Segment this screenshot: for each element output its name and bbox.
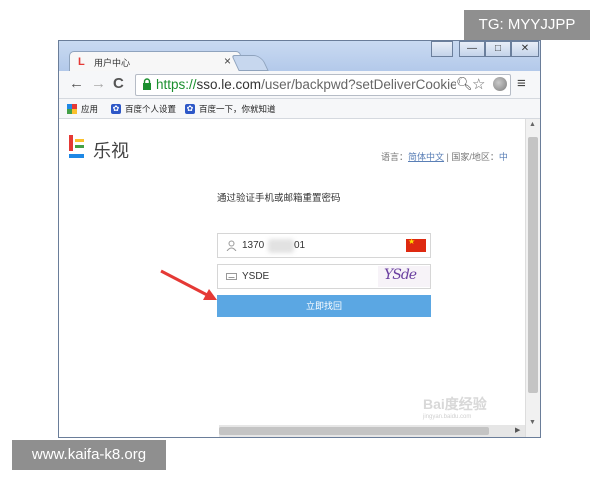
baidu-jingyan-watermark: Bai度经验 jingyan.baidu.com [423, 394, 487, 420]
apps-grid-icon [67, 104, 77, 114]
letv-logo-icon[interactable] [69, 135, 85, 159]
browser-window: L 用户中心 × — □ ✕ ← → C https://sso.le.com/… [58, 40, 541, 438]
language-link[interactable]: 简体中文 [408, 152, 444, 162]
bookmarks-bar: 应用 ✿ 百度个人设置 ✿ 百度一下，你就知道 [59, 99, 540, 119]
bookmark-label: 应用 [81, 104, 99, 114]
baidu-paw-icon: ✿ [111, 104, 121, 114]
phone-value-end: 01 [294, 240, 306, 251]
red-pointer-arrow-icon [160, 269, 217, 300]
captcha-value: YSDE [242, 271, 270, 282]
redacted-digits [268, 239, 294, 253]
site-watermark-label: www.kaifa-k8.org [12, 440, 166, 470]
horizontal-scrollbar[interactable]: ▶ [219, 425, 525, 437]
chrome-menu-icon[interactable]: ≡ [517, 75, 526, 92]
maximize-button[interactable]: □ [485, 41, 511, 57]
close-tab-icon[interactable]: × [224, 54, 231, 68]
minimize-button[interactable]: — [459, 41, 485, 57]
zoom-icon[interactable]: 🔍︎ [456, 76, 473, 92]
bookmark-label: 百度一下，你就知道 [199, 104, 276, 114]
url-scheme: https:// [156, 77, 197, 92]
watermark-main: Bai度经验 [423, 396, 487, 412]
bookmark-apps[interactable]: 应用 [67, 103, 98, 115]
vertical-scrollbar[interactable]: ▲ ▼ [525, 119, 540, 437]
language-region-selector: 语言：简体中文 | 国家/地区：中 [381, 150, 508, 163]
logo-text: 乐视 [93, 141, 129, 161]
new-tab-button[interactable] [231, 55, 269, 71]
vertical-scroll-thumb[interactable] [528, 137, 538, 393]
user-icon [226, 240, 237, 251]
browser-toolbar: ← → C https://sso.le.com/user/backpwd?se… [59, 71, 540, 99]
phone-input[interactable]: 1370 01 [217, 233, 431, 258]
back-arrow-icon[interactable]: ← [69, 75, 84, 92]
url-text[interactable]: https://sso.le.com/user/backpwd?setDeliv… [156, 77, 456, 92]
user-profile-button[interactable] [431, 41, 453, 57]
retrieve-now-button[interactable]: 立即找回 [217, 295, 431, 317]
scroll-down-icon[interactable]: ▼ [529, 419, 536, 426]
tg-watermark-label: TG: MYYJJPP [464, 10, 590, 40]
china-flag-icon[interactable] [406, 237, 426, 252]
reload-icon[interactable]: C [113, 75, 124, 92]
scroll-right-icon[interactable]: ▶ [515, 426, 520, 434]
language-prefix: 语言： [381, 152, 409, 162]
letv-logo-icon: L [78, 56, 85, 68]
bookmark-baidu-search[interactable]: ✿ 百度一下，你就知道 [185, 103, 276, 115]
address-bar[interactable]: https://sso.le.com/user/backpwd?setDeliv… [135, 74, 511, 96]
tab-title: 用户中心 [94, 58, 131, 68]
region-prefix: 国家/地区： [451, 152, 499, 162]
region-link[interactable]: 中 [499, 152, 508, 162]
close-window-button[interactable]: ✕ [511, 41, 539, 57]
captcha-image-text: YSde [384, 267, 417, 283]
horizontal-scroll-thumb[interactable] [219, 427, 489, 435]
divider: | [446, 152, 449, 162]
title-bar: L 用户中心 × — □ ✕ [59, 41, 540, 72]
page-content: 乐视 语言：简体中文 | 国家/地区：中 通过验证手机或邮箱重置密码 1370 … [59, 119, 525, 437]
browser-tab[interactable]: L 用户中心 × [69, 51, 241, 72]
bookmark-label: 百度个人设置 [125, 104, 177, 114]
watermark-sub: jingyan.baidu.com [423, 414, 472, 420]
url-path: /user/backpwd?setDeliverCookie=ht [261, 77, 456, 92]
baidu-paw-icon: ✿ [185, 104, 195, 114]
scroll-up-icon[interactable]: ▲ [529, 121, 536, 128]
globe-icon[interactable] [493, 77, 507, 91]
url-host: sso.le.com [196, 77, 262, 92]
lock-icon [143, 78, 151, 90]
captcha-input[interactable]: YSDE YSde [217, 264, 431, 289]
captcha-image[interactable]: YSde [378, 266, 430, 287]
bookmark-baidu-settings[interactable]: ✿ 百度个人设置 [111, 103, 176, 115]
bookmark-star-icon[interactable]: ☆ [472, 75, 485, 93]
phone-value-start: 1370 [242, 240, 265, 251]
forward-arrow-icon[interactable]: → [91, 75, 106, 92]
page-heading: 通过验证手机或邮箱重置密码 [217, 193, 341, 204]
